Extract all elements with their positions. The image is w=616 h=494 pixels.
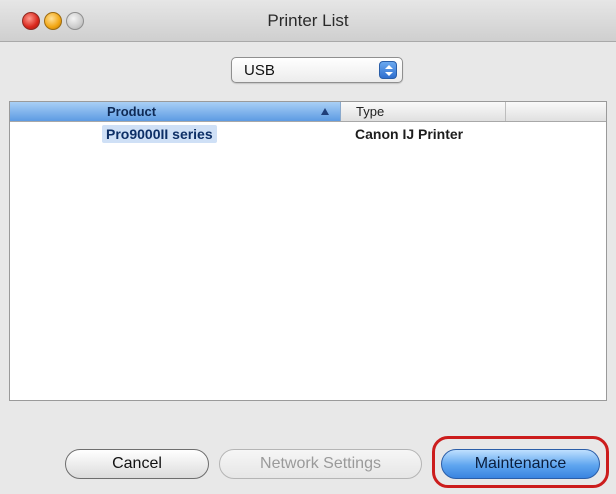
maintenance-button[interactable]: Maintenance xyxy=(441,449,600,479)
cell-type: Canon IJ Printer xyxy=(355,126,464,142)
title-bar[interactable]: Printer List xyxy=(0,0,616,42)
sort-ascending-icon xyxy=(321,108,329,115)
printer-list-window: Printer List USB Product Type Pro9000II … xyxy=(0,0,616,494)
cell-product: Pro9000II series xyxy=(102,125,217,143)
window-title: Printer List xyxy=(267,11,349,30)
column-header-product-label: Product xyxy=(107,104,157,119)
connection-type-select[interactable]: USB xyxy=(231,57,403,83)
column-header-type[interactable]: Type xyxy=(342,102,506,121)
column-header-type-label: Type xyxy=(356,104,385,119)
popup-arrows-icon xyxy=(379,61,397,79)
network-settings-button[interactable]: Network Settings xyxy=(219,449,422,479)
table-row[interactable]: Pro9000II series Canon IJ Printer xyxy=(10,123,606,145)
table-header: Product Type xyxy=(10,102,606,122)
printer-table: Product Type Pro9000II series Canon IJ P… xyxy=(9,101,607,401)
cancel-button[interactable]: Cancel xyxy=(65,449,209,479)
connection-type-value: USB xyxy=(244,62,275,79)
column-header-product[interactable]: Product xyxy=(10,102,341,121)
